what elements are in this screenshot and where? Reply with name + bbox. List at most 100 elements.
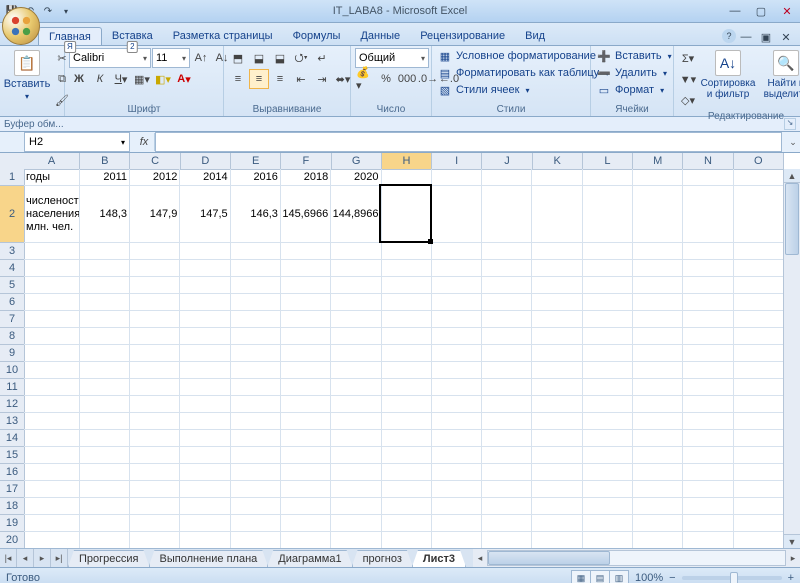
cell-E6[interactable]: [231, 294, 281, 310]
cell-I15[interactable]: [432, 447, 482, 463]
doc-close-button[interactable]: ✕: [776, 29, 796, 45]
cell-G9[interactable]: [331, 345, 381, 361]
find-select-button[interactable]: 🔍Найти и выделить: [758, 48, 800, 102]
cell-F10[interactable]: [281, 362, 331, 378]
cell-C8[interactable]: [130, 328, 180, 344]
cell-I3[interactable]: [432, 243, 482, 259]
cell-L13[interactable]: [583, 413, 633, 429]
cell-E19[interactable]: [231, 515, 281, 531]
cell-B16[interactable]: [80, 464, 130, 480]
sheet-tab-прогноз[interactable]: прогноз: [352, 550, 413, 567]
cell-H3[interactable]: [382, 243, 432, 259]
column-header-O[interactable]: O: [734, 153, 784, 169]
cell-F3[interactable]: [281, 243, 331, 259]
cell-G15[interactable]: [331, 447, 381, 463]
cell-E11[interactable]: [231, 379, 281, 395]
align-right-button[interactable]: ≡: [270, 69, 290, 89]
row-header-17[interactable]: 17: [0, 481, 24, 498]
cell-I16[interactable]: [432, 464, 482, 480]
cell-O8[interactable]: [734, 328, 784, 344]
cell-A1[interactable]: годы: [24, 169, 80, 185]
cell-O14[interactable]: [734, 430, 784, 446]
cell-F20[interactable]: [281, 532, 331, 548]
cell-B4[interactable]: [80, 260, 130, 276]
cell-G13[interactable]: [331, 413, 381, 429]
row-header-15[interactable]: 15: [0, 447, 24, 464]
cell-F13[interactable]: [281, 413, 331, 429]
cell-A14[interactable]: [24, 430, 80, 446]
cell-M17[interactable]: [633, 481, 683, 497]
cell-H6[interactable]: [382, 294, 432, 310]
cell-H1[interactable]: [382, 169, 432, 185]
cell-N20[interactable]: [683, 532, 733, 548]
cell-K19[interactable]: [532, 515, 582, 531]
zoom-slider[interactable]: [682, 576, 782, 580]
cell-J2[interactable]: [482, 186, 532, 242]
row-header-4[interactable]: 4: [0, 260, 24, 277]
row-header-3[interactable]: 3: [0, 243, 24, 260]
cell-J12[interactable]: [482, 396, 532, 412]
cell-I7[interactable]: [432, 311, 482, 327]
cell-O19[interactable]: [734, 515, 784, 531]
cell-G16[interactable]: [331, 464, 381, 480]
cell-C5[interactable]: [130, 277, 180, 293]
cell-I14[interactable]: [432, 430, 482, 446]
cell-J6[interactable]: [482, 294, 532, 310]
cell-O2[interactable]: [734, 186, 784, 242]
cell-J7[interactable]: [482, 311, 532, 327]
sheet-tab-Диаграмма1[interactable]: Диаграмма1: [267, 550, 352, 567]
cell-G8[interactable]: [331, 328, 381, 344]
align-center-button[interactable]: ≡: [249, 69, 269, 89]
ribbon-tab-Данные[interactable]: Данные: [350, 27, 410, 45]
vertical-scrollbar[interactable]: ▲ ▼: [783, 169, 800, 548]
cell-A16[interactable]: [24, 464, 80, 480]
horizontal-scrollbar[interactable]: ◂ ▸: [473, 549, 800, 567]
format-cells-button[interactable]: ▭Формат▾: [595, 82, 666, 98]
cell-O10[interactable]: [734, 362, 784, 378]
cell-J14[interactable]: [482, 430, 532, 446]
cell-D15[interactable]: [180, 447, 230, 463]
cell-O7[interactable]: [734, 311, 784, 327]
number-format-dropdown[interactable]: Общий▾: [355, 48, 429, 68]
cell-C11[interactable]: [130, 379, 180, 395]
increase-font-button[interactable]: A↑: [191, 48, 211, 68]
comma-button[interactable]: 000: [397, 69, 417, 89]
cell-L4[interactable]: [583, 260, 633, 276]
cell-G14[interactable]: [331, 430, 381, 446]
column-header-K[interactable]: K: [533, 153, 583, 169]
cell-D3[interactable]: [180, 243, 230, 259]
cell-I1[interactable]: [432, 169, 482, 185]
cell-L8[interactable]: [583, 328, 633, 344]
row-header-2[interactable]: 2: [0, 186, 24, 243]
cell-K3[interactable]: [532, 243, 582, 259]
align-top-button[interactable]: ⬒: [228, 48, 248, 68]
hscroll-right-button[interactable]: ▸: [786, 553, 800, 564]
cell-C9[interactable]: [130, 345, 180, 361]
column-header-J[interactable]: J: [482, 153, 532, 169]
cell-B9[interactable]: [80, 345, 130, 361]
cell-D5[interactable]: [180, 277, 230, 293]
cell-H7[interactable]: [382, 311, 432, 327]
format-as-table-button[interactable]: ▤Форматировать как таблицу▾: [436, 65, 611, 81]
formula-input[interactable]: [155, 132, 782, 152]
row-header-7[interactable]: 7: [0, 311, 24, 328]
cell-H16[interactable]: [382, 464, 432, 480]
cell-M13[interactable]: [633, 413, 683, 429]
cell-O15[interactable]: [734, 447, 784, 463]
select-all-button[interactable]: [0, 153, 25, 170]
cell-D16[interactable]: [180, 464, 230, 480]
sheet-tab-Лист3[interactable]: Лист3: [412, 550, 466, 567]
qat-redo-icon[interactable]: ↷: [40, 3, 56, 19]
cell-A9[interactable]: [24, 345, 80, 361]
cell-M14[interactable]: [633, 430, 683, 446]
cell-K2[interactable]: [532, 186, 582, 242]
cell-O13[interactable]: [734, 413, 784, 429]
cell-H12[interactable]: [382, 396, 432, 412]
cell-O1[interactable]: [734, 169, 784, 185]
column-header-N[interactable]: N: [683, 153, 733, 169]
cell-E17[interactable]: [231, 481, 281, 497]
cell-N9[interactable]: [683, 345, 733, 361]
cell-D12[interactable]: [180, 396, 230, 412]
hscroll-left-button[interactable]: ◂: [473, 553, 487, 564]
cell-E20[interactable]: [231, 532, 281, 548]
